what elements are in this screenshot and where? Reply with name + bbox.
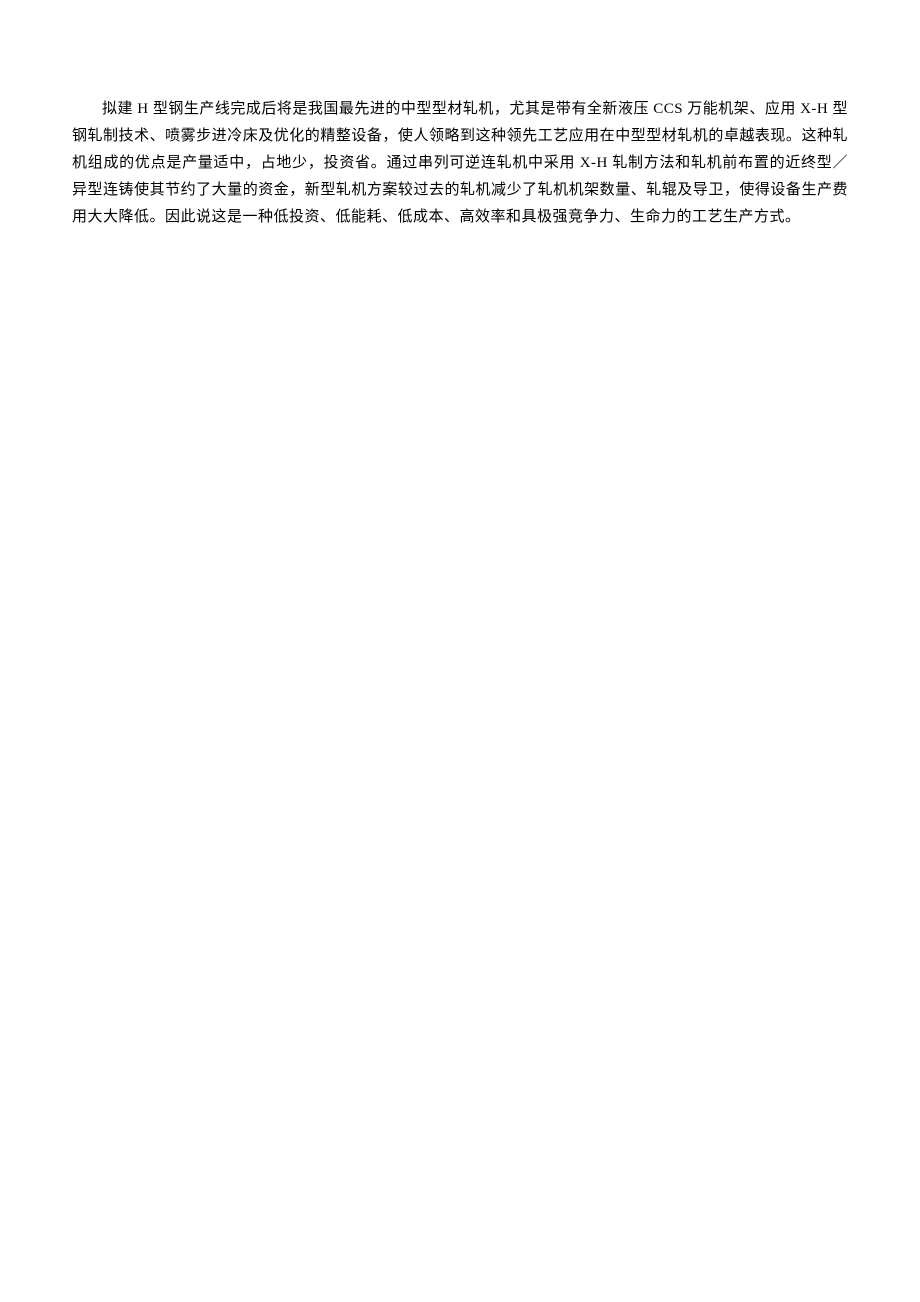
body-paragraph: 拟建 H 型钢生产线完成后将是我国最先进的中型型材轧机，尤其是带有全新液压 CC… xyxy=(72,96,848,231)
